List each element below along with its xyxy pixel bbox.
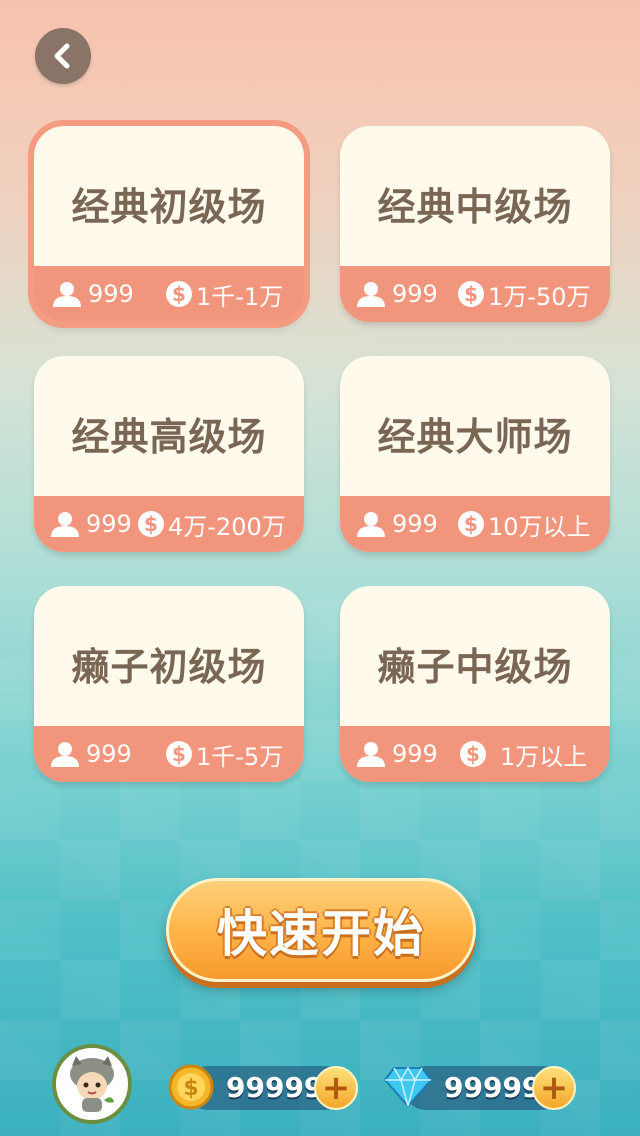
player-count-value: 999 <box>86 740 132 768</box>
person-icon <box>51 512 79 537</box>
add-diamonds-button[interactable]: + <box>532 1066 576 1110</box>
room-info-bar: 999 $ 10万以上 <box>340 496 610 552</box>
player-count-value: 999 <box>88 280 134 308</box>
player-count: 999 <box>52 280 134 308</box>
diamond-icon <box>384 1066 432 1108</box>
room-card-classic-advanced[interactable]: 经典高级场 999 $ 4万-200万 <box>34 356 304 552</box>
room-card-classic-intermediate[interactable]: 经典中级场 999 $ 1万-50万 <box>340 126 610 322</box>
bet-range-value: 4万-200万 <box>168 512 286 541</box>
room-title: 经典大师场 <box>377 415 573 459</box>
player-count-value: 999 <box>392 740 438 768</box>
bet-range: $ 1千-1万 <box>166 277 283 312</box>
diamond-balance: 99999 + <box>384 1066 576 1110</box>
room-info-bar: 999 $ 1千-1万 <box>34 266 304 322</box>
coin-balance: $ 99999 + <box>168 1064 358 1110</box>
player-count: 999 <box>50 510 132 538</box>
room-card-classic-beginner[interactable]: 经典初级场 999 $ 1千-1万 <box>28 120 310 328</box>
dollar-coin-icon: $ <box>460 741 486 767</box>
room-title: 癞子初级场 <box>71 645 267 689</box>
person-icon <box>357 282 385 307</box>
player-count-value: 999 <box>392 280 438 308</box>
room-title: 经典初级场 <box>71 185 267 229</box>
room-card-classic-master[interactable]: 经典大师场 999 $ 10万以上 <box>340 356 610 552</box>
avatar-character-icon <box>70 1056 114 1112</box>
dollar-coin-icon: $ <box>138 511 164 537</box>
person-icon <box>357 742 385 767</box>
bet-range: $ 4万-200万 <box>138 507 286 542</box>
player-count: 999 <box>356 740 438 768</box>
player-count: 999 <box>356 510 438 538</box>
bet-range: $ 1万以上 <box>460 737 587 772</box>
diamond-value: 99999 <box>444 1071 542 1104</box>
dollar-coin-icon: $ <box>166 741 192 767</box>
room-card-wildcard-intermediate[interactable]: 癞子中级场 999 $ 1万以上 <box>340 586 610 782</box>
bet-range: $ 1万-50万 <box>458 277 590 312</box>
quick-start-label: 快速开始 <box>217 905 425 963</box>
bet-range-value: 1千-1万 <box>196 282 284 311</box>
room-title: 经典高级场 <box>71 415 267 459</box>
room-card-wildcard-beginner[interactable]: 癞子初级场 999 $ 1千-5万 <box>34 586 304 782</box>
dollar-coin-icon: $ <box>166 281 192 307</box>
person-icon <box>357 512 385 537</box>
avatar[interactable] <box>52 1044 132 1124</box>
room-title: 经典中级场 <box>377 185 573 229</box>
plus-icon: + <box>321 1068 351 1108</box>
dollar-coin-icon: $ <box>458 281 484 307</box>
bet-range-value: 1千-5万 <box>196 742 284 771</box>
quick-start-button[interactable]: 快速开始 <box>166 878 476 982</box>
room-info-bar: 999 $ 4万-200万 <box>34 496 304 552</box>
svg-text:$: $ <box>183 1076 198 1101</box>
player-count: 999 <box>50 740 132 768</box>
add-coins-button[interactable]: + <box>314 1066 358 1110</box>
dollar-coin-icon: $ <box>458 511 484 537</box>
bet-range-value: 1万-50万 <box>488 282 591 311</box>
person-icon <box>51 742 79 767</box>
bet-range-value: 1万以上 <box>500 742 588 771</box>
coin-value: 99999 <box>226 1071 324 1104</box>
person-icon <box>53 282 81 307</box>
gold-coin-icon: $ <box>168 1064 214 1110</box>
back-button[interactable] <box>35 28 91 84</box>
player-count-value: 999 <box>392 510 438 538</box>
plus-icon: + <box>539 1068 569 1108</box>
player-count: 999 <box>356 280 438 308</box>
bet-range: $ 10万以上 <box>458 507 591 542</box>
room-title: 癞子中级场 <box>377 645 573 689</box>
bet-range: $ 1千-5万 <box>166 737 283 772</box>
bet-range-value: 10万以上 <box>488 512 591 541</box>
room-info-bar: 999 $ 1万以上 <box>340 726 610 782</box>
chevron-left-icon <box>54 43 70 69</box>
room-info-bar: 999 $ 1千-5万 <box>34 726 304 782</box>
player-count-value: 999 <box>86 510 132 538</box>
room-info-bar: 999 $ 1万-50万 <box>340 266 610 322</box>
